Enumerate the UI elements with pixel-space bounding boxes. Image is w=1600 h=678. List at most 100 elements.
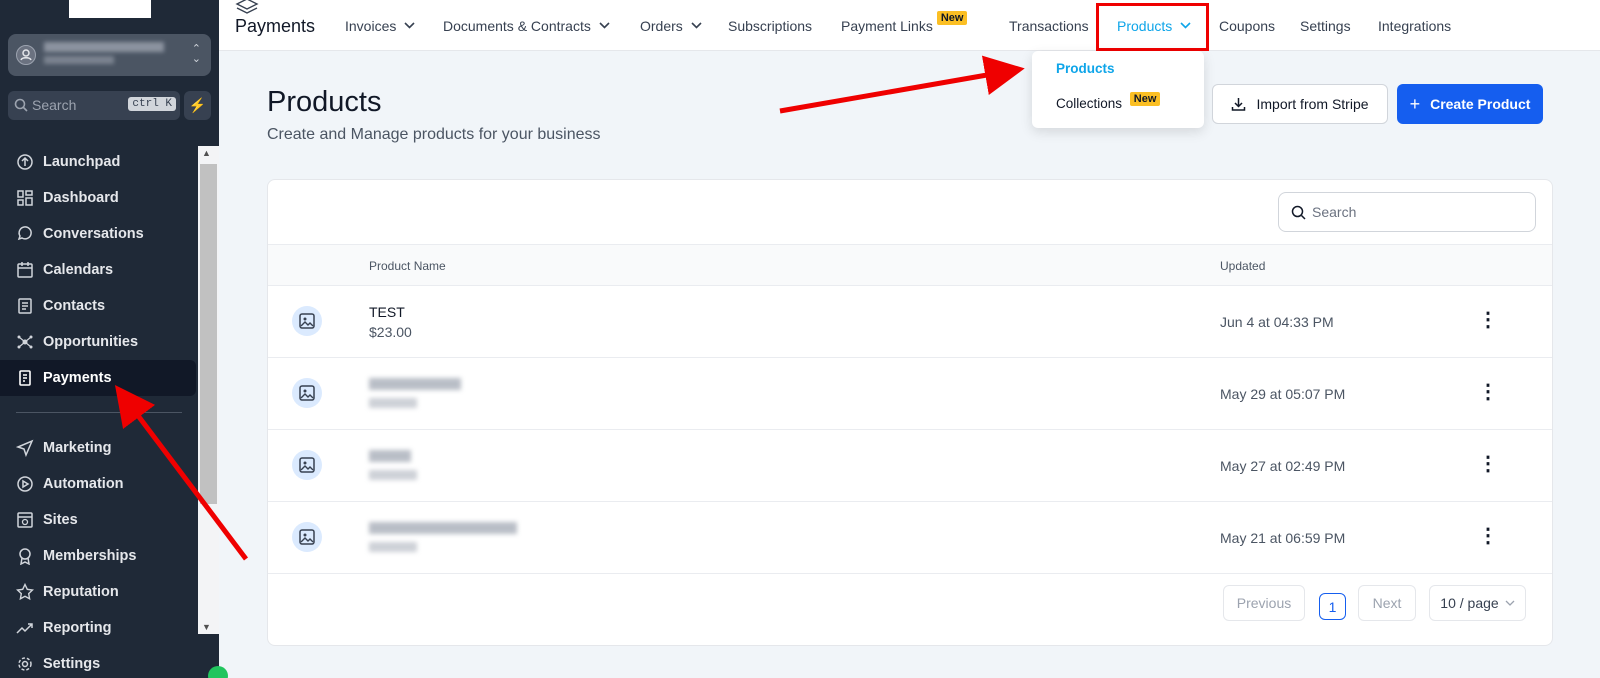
pagination-next-button[interactable]: Next [1358,585,1416,621]
scroll-down-icon[interactable]: ▼ [202,622,211,632]
nav-invoices[interactable]: Invoices [345,0,415,51]
nav-transactions-label: Transactions [1009,17,1089,34]
table-row[interactable]: May 21 at 06:59 PM ⋮ [268,502,1552,574]
sidebar-item-payments[interactable]: Payments [0,360,196,396]
sidebar-item-label: Conversations [43,226,144,242]
sidebar-search-placeholder: Search [32,97,77,113]
top-navbar: Payments Invoices Documents & Contracts … [219,0,1600,51]
nav-subscriptions[interactable]: Subscriptions [728,0,812,51]
chevron-updown-icon: ⌃ ⌄ [191,43,201,65]
dropdown-item-products[interactable]: Products [1056,61,1115,76]
sidebar-item-marketing[interactable]: Marketing [0,430,196,466]
sidebar-item-opportunities[interactable]: Opportunities [0,324,196,360]
nav-integrations[interactable]: Integrations [1378,0,1451,51]
pagination-previous-button[interactable]: Previous [1223,585,1305,621]
sidebar-item-label: Automation [43,476,124,492]
import-button-label: Import from Stripe [1256,96,1369,112]
sidebar-divider [16,412,182,413]
chevron-down-icon [691,22,702,29]
sidebar-item-label: Payments [43,370,112,386]
product-updated: May 29 at 05:07 PM [1220,386,1346,402]
calendar-icon [17,262,33,278]
page-size-select[interactable]: 10 / page [1429,585,1526,621]
sidebar-item-dashboard[interactable]: Dashboard [0,180,196,216]
account-address-redacted [44,56,114,64]
contacts-icon [18,298,32,314]
nav-payment-links-label: Payment Links [841,17,933,34]
nav-subscriptions-label: Subscriptions [728,17,813,34]
products-table-card: Search Product Name Updated TEST $23.00 … [267,179,1553,646]
image-placeholder-icon [292,522,322,552]
nav-settings[interactable]: Settings [1300,0,1351,51]
sidebar-item-label: Launchpad [43,154,121,170]
dashboard-icon [17,190,33,206]
more-options-icon[interactable]: ⋮ [1478,524,1498,548]
sidebar-item-launchpad[interactable]: Launchpad [0,144,196,180]
app-title: Payments [235,16,316,36]
sidebar-item-memberships[interactable]: Memberships [0,538,196,574]
more-options-icon[interactable]: ⋮ [1478,452,1498,476]
sidebar-item-calendars[interactable]: Calendars [0,252,196,288]
table-row[interactable]: May 29 at 05:07 PM ⋮ [268,358,1552,430]
nav-invoices-label: Invoices [345,17,397,34]
quick-action-bolt-icon[interactable]: ⚡ [184,91,211,120]
play-circle-icon [17,476,33,492]
scrollbar-thumb[interactable] [200,164,217,504]
sidebar-search[interactable]: Search ctrl K [8,91,180,120]
import-from-stripe-button[interactable]: Import from Stripe [1212,84,1388,124]
star-icon [16,583,34,601]
search-icon [1291,205,1306,220]
new-badge: New [1129,92,1161,106]
product-price-redacted [369,542,417,552]
sidebar-item-automation[interactable]: Automation [0,466,196,502]
create-product-button[interactable]: + Create Product [1397,84,1543,124]
shortcut-hint: ctrl K [128,97,176,111]
product-name-redacted [369,450,411,462]
scroll-up-icon[interactable]: ▲ [202,148,211,158]
chevron-down-icon [404,22,415,29]
product-name: TEST [369,304,405,320]
sidebar-item-label: Settings [43,656,101,672]
sidebar-item-label: Dashboard [43,190,119,206]
nav-payment-links[interactable]: Payment Links New [841,0,968,51]
sidebar-item-conversations[interactable]: Conversations [0,216,196,252]
rocket-icon [17,154,33,170]
column-header-product-name[interactable]: Product Name [369,259,446,273]
receipt-icon [19,370,31,386]
dropdown-item-collections[interactable]: Collections New [1056,92,1161,112]
sidebar-item-reputation[interactable]: Reputation [0,574,196,610]
sidebar-item-settings[interactable]: Settings [0,646,196,678]
image-placeholder-icon [292,306,322,336]
more-options-icon[interactable]: ⋮ [1478,308,1498,332]
nav-transactions[interactable]: Transactions [1009,0,1089,51]
product-updated: Jun 4 at 04:33 PM [1220,314,1334,330]
collapse-sidebar-icon[interactable] [208,666,228,678]
more-options-icon[interactable]: ⋮ [1478,380,1498,404]
sidebar-item-label: Contacts [43,298,106,314]
nav-orders[interactable]: Orders [640,0,702,51]
account-switcher[interactable]: ⌃ ⌄ [8,34,211,76]
nav-coupons[interactable]: Coupons [1219,0,1275,51]
sidebar-item-label: Opportunities [43,334,139,350]
sidebar-item-label: Sites [43,512,78,528]
table-row[interactable]: TEST $23.00 Jun 4 at 04:33 PM ⋮ [268,286,1552,358]
table-row[interactable]: May 27 at 02:49 PM ⋮ [268,430,1552,502]
account-name-redacted [44,42,164,52]
chevron-down-icon [599,22,610,29]
sidebar-item-sites[interactable]: Sites [0,502,196,538]
image-placeholder-icon [292,378,322,408]
download-icon [1232,97,1246,111]
sidebar-scrollbar[interactable]: ▲ ▼ [198,146,219,634]
user-avatar-icon [16,45,36,65]
nav-documents-contracts[interactable]: Documents & Contracts [443,0,610,51]
product-updated: May 21 at 06:59 PM [1220,530,1346,546]
sidebar-item-contacts[interactable]: Contacts [0,288,196,324]
product-price-redacted [369,398,417,408]
chat-icon [17,226,32,241]
pagination-page-1[interactable]: 1 [1319,593,1346,620]
nav-orders-label: Orders [640,17,683,34]
table-search-input[interactable]: Search [1278,192,1536,232]
column-header-updated[interactable]: Updated [1220,259,1265,273]
sidebar-item-reporting[interactable]: Reporting [0,610,196,646]
nav-coupons-label: Coupons [1219,17,1276,34]
